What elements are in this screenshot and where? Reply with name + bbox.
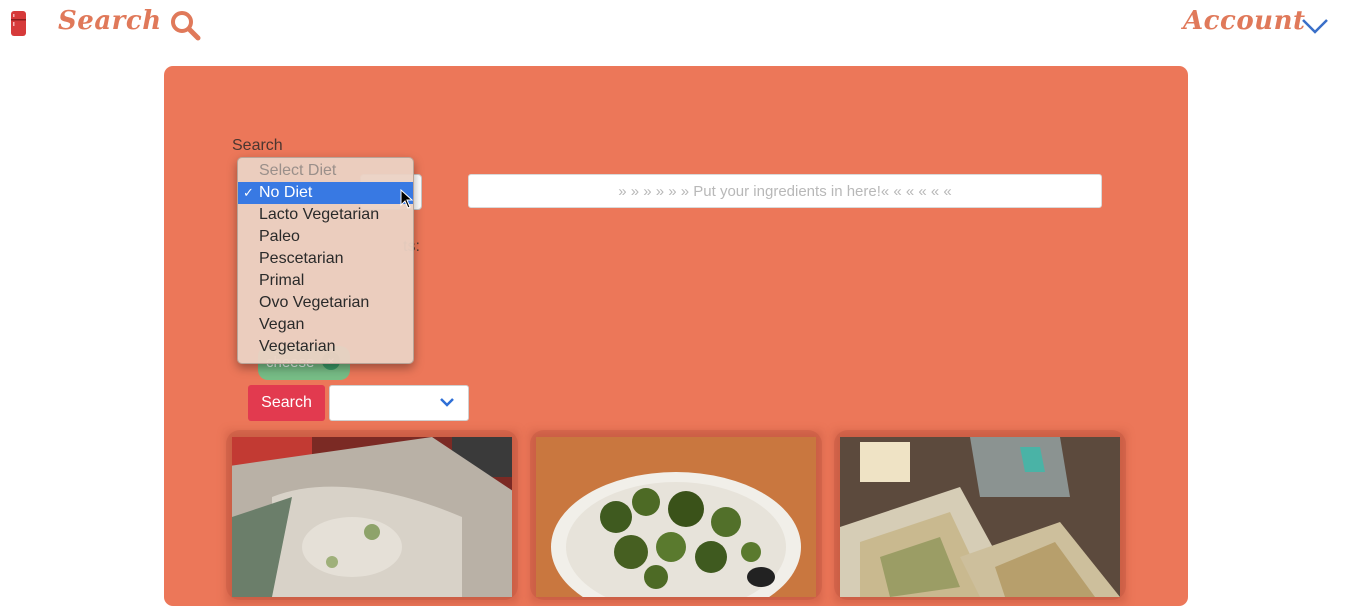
quesadilla-photo [840,437,1120,597]
diet-option[interactable]: Vegan [238,314,413,336]
diet-option[interactable]: Paleo [238,226,413,248]
checkmark-icon: ✓ [243,185,254,200]
recipe-card[interactable] [536,437,816,597]
wrap-photo [232,437,512,597]
mouse-cursor-icon [400,189,414,209]
roasted-broccoli-photo [536,437,816,597]
search-section-label: Search [232,137,283,154]
diet-dropdown-list: Select Diet ✓ No Diet Lacto Vegetarian Pa… [237,157,414,364]
nav-account-link[interactable]: Account [1183,6,1306,36]
recipe-card[interactable] [840,437,1120,597]
search-button[interactable]: Search [248,385,325,421]
chevron-down-icon[interactable] [1300,15,1330,37]
diet-option: Select Diet [259,162,337,179]
diet-option[interactable]: Lacto Vegetarian [238,204,413,226]
recipe-card[interactable] [232,437,512,597]
fridge-icon[interactable] [10,10,27,37]
diet-option[interactable]: ✓ No Diet [238,182,413,204]
diet-option[interactable]: Ovo Vegetarian [238,292,413,314]
diet-option[interactable]: Primal [238,270,413,292]
ingredients-input[interactable] [468,174,1102,208]
top-nav: Search Account [0,0,1351,50]
search-icon[interactable] [168,9,202,41]
chevron-down-icon [440,398,454,407]
diet-option[interactable]: Pescetarian [238,248,413,270]
diet-option[interactable]: Vegetarian [238,336,413,358]
sort-select[interactable] [329,385,469,421]
nav-search-link[interactable]: Search [58,6,162,36]
